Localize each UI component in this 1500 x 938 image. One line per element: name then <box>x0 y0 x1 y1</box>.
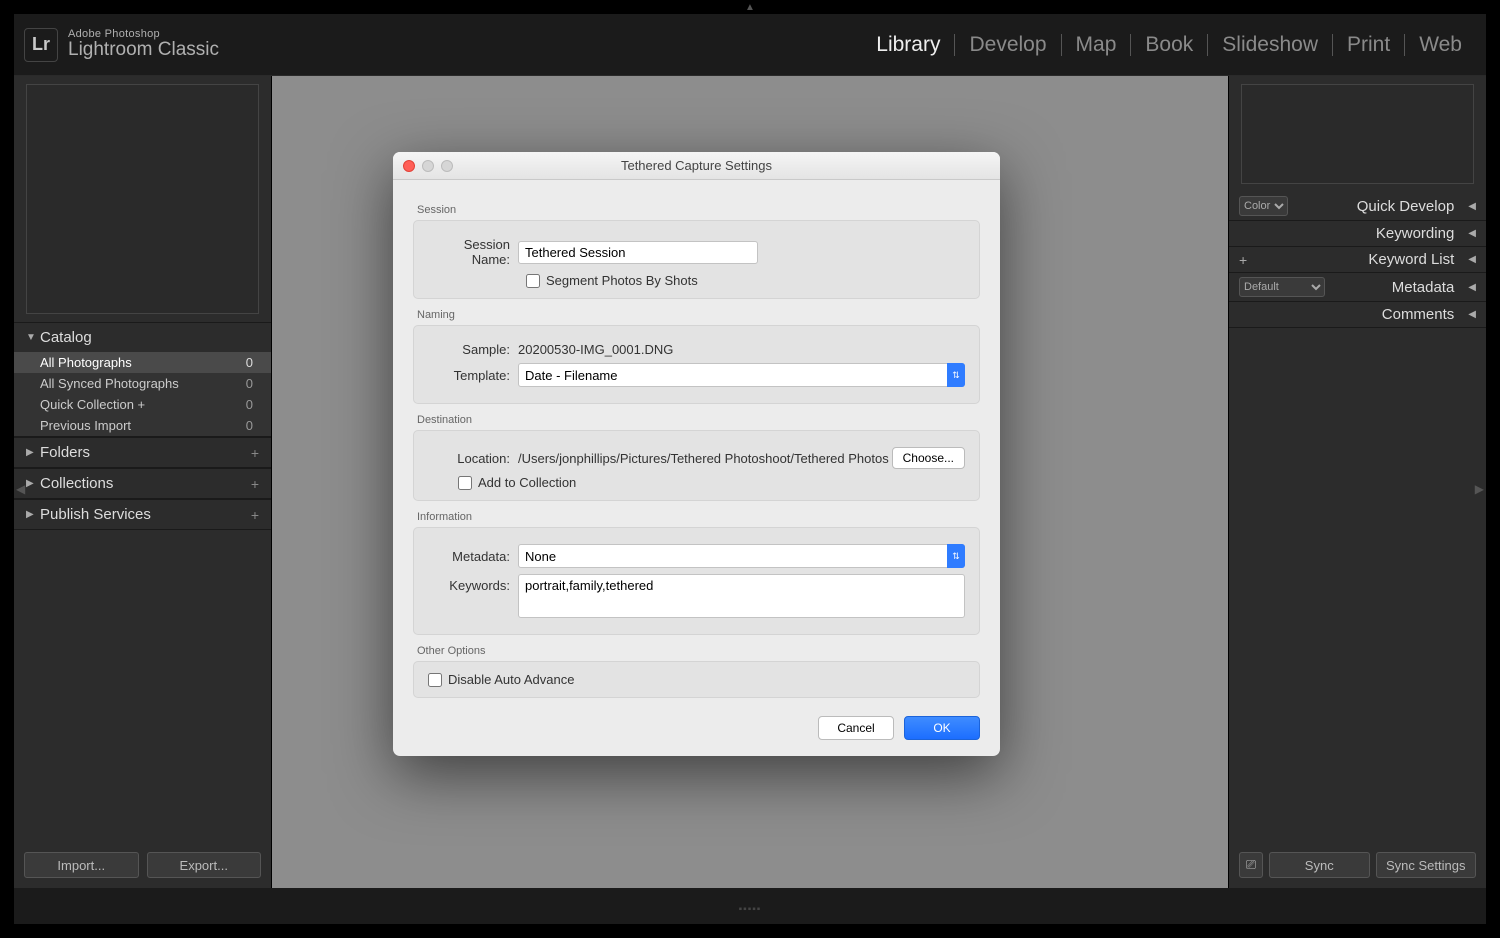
histogram-preview <box>1241 84 1474 184</box>
tethered-capture-dialog: Tethered Capture Settings Session Sessio… <box>393 152 1000 756</box>
add-collection-icon[interactable]: + <box>251 476 259 492</box>
export-button[interactable]: Export... <box>147 852 262 878</box>
catalog-all-photographs[interactable]: All Photographs 0 <box>14 352 271 373</box>
module-develop[interactable]: Develop <box>955 33 1060 57</box>
chevron-left-icon: ◀ <box>1468 228 1476 239</box>
left-panel: ▼ Catalog All Photographs 0 All Synced P… <box>14 76 272 888</box>
folders-header[interactable]: ▶ Folders + <box>14 438 271 467</box>
segment-by-shots-label: Segment Photos By Shots <box>546 273 698 288</box>
information-group: Metadata: None ⇅ Keywords: portrait,fami… <box>413 527 980 635</box>
metadata-preset-select[interactable]: Default <box>1239 277 1325 297</box>
destination-group-label: Destination <box>417 414 980 426</box>
keyword-list-header[interactable]: + Keyword List ◀ <box>1229 247 1486 273</box>
metadata-select[interactable]: None <box>518 544 965 568</box>
add-to-collection-label: Add to Collection <box>478 475 576 490</box>
bottom-expand-grip[interactable]: ▪▪▪▪▪ <box>739 904 762 915</box>
chevron-right-icon: ▶ <box>26 509 40 520</box>
footer: ▪▪▪▪▪ <box>14 894 1486 924</box>
sync-button[interactable]: Sync <box>1269 852 1370 878</box>
keywording-header[interactable]: Keywording ◀ <box>1229 221 1486 247</box>
keywords-label: Keywords: <box>428 574 518 593</box>
close-icon[interactable] <box>403 160 415 172</box>
chevron-left-icon: ◀ <box>1468 254 1476 265</box>
cancel-button[interactable]: Cancel <box>818 716 894 740</box>
right-panel: Color Quick Develop ◀ Keywording ◀ + Key… <box>1228 76 1486 888</box>
sync-settings-button[interactable]: Sync Settings <box>1376 852 1477 878</box>
titlebar: Lr Adobe Photoshop Lightroom Classic Lib… <box>14 14 1486 76</box>
add-folder-icon[interactable]: + <box>251 445 259 461</box>
color-label-select[interactable]: Color <box>1239 196 1288 216</box>
comments-header[interactable]: Comments ◀ <box>1229 302 1486 328</box>
ok-button[interactable]: OK <box>904 716 980 740</box>
add-to-collection-checkbox[interactable] <box>458 476 472 490</box>
choose-location-button[interactable]: Choose... <box>892 447 965 469</box>
template-select[interactable]: Date - Filename <box>518 363 965 387</box>
catalog-previous-import[interactable]: Previous Import 0 <box>14 415 271 436</box>
metadata-label: Metadata: <box>428 549 518 564</box>
minimize-icon <box>422 160 434 172</box>
location-label: Location: <box>428 451 518 466</box>
session-name-input[interactable] <box>518 241 758 264</box>
other-group: Disable Auto Advance <box>413 661 980 698</box>
catalog-all-synced[interactable]: All Synced Photographs 0 <box>14 373 271 394</box>
disable-auto-advance-checkbox[interactable] <box>428 673 442 687</box>
chevron-left-icon: ◀ <box>1468 201 1476 212</box>
session-name-label: Session Name: <box>428 237 518 267</box>
session-group: Session Name: Segment Photos By Shots <box>413 220 980 299</box>
chevron-left-icon: ◀ <box>1468 309 1476 320</box>
left-expand-grip[interactable]: ◀ <box>16 482 25 496</box>
module-web[interactable]: Web <box>1405 33 1476 57</box>
collections-header[interactable]: ▶ Collections + <box>14 469 271 498</box>
keywords-input[interactable]: portrait,family,tethered <box>518 574 965 618</box>
module-slideshow[interactable]: Slideshow <box>1208 33 1332 57</box>
module-picker: Library Develop Map Book Slideshow Print… <box>862 33 1476 57</box>
location-path: /Users/jonphillips/Pictures/Tethered Pho… <box>518 451 892 466</box>
disable-auto-advance-label: Disable Auto Advance <box>448 672 574 687</box>
naming-group: Sample: 20200530-IMG_0001.DNG Template: … <box>413 325 980 404</box>
other-group-label: Other Options <box>417 645 980 657</box>
catalog-title: Catalog <box>40 329 259 346</box>
dialog-title: Tethered Capture Settings <box>393 158 1000 173</box>
zoom-icon <box>441 160 453 172</box>
add-keyword-icon[interactable]: + <box>1239 252 1247 268</box>
dialog-titlebar[interactable]: Tethered Capture Settings <box>393 152 1000 180</box>
chevron-down-icon: ▼ <box>26 332 40 343</box>
segment-by-shots-checkbox[interactable] <box>526 274 540 288</box>
metadata-header[interactable]: Default Metadata ◀ <box>1229 273 1486 302</box>
session-group-label: Session <box>417 204 980 216</box>
sample-label: Sample: <box>428 342 518 357</box>
catalog-quick-collection[interactable]: Quick Collection + 0 <box>14 394 271 415</box>
publish-header[interactable]: ▶ Publish Services + <box>14 500 271 529</box>
naming-group-label: Naming <box>417 309 980 321</box>
module-print[interactable]: Print <box>1333 33 1404 57</box>
quick-develop-header[interactable]: Color Quick Develop ◀ <box>1229 192 1486 221</box>
chevron-right-icon: ▶ <box>26 478 40 489</box>
logo-icon: Lr <box>24 28 58 62</box>
information-group-label: Information <box>417 511 980 523</box>
sample-value: 20200530-IMG_0001.DNG <box>518 342 673 357</box>
chevron-left-icon: ◀ <box>1468 282 1476 293</box>
navigator-preview <box>26 84 259 314</box>
add-publish-icon[interactable]: + <box>251 507 259 523</box>
module-library[interactable]: Library <box>862 33 954 57</box>
top-expand-grip[interactable]: ▲ <box>745 2 755 13</box>
destination-group: Location: /Users/jonphillips/Pictures/Te… <box>413 430 980 501</box>
catalog-header[interactable]: ▼ Catalog <box>14 323 271 352</box>
app-logo: Lr Adobe Photoshop Lightroom Classic <box>24 28 219 62</box>
chevron-right-icon: ▶ <box>26 447 40 458</box>
brand-line2: Lightroom Classic <box>68 40 219 60</box>
sync-lock-button[interactable]: ⎚ <box>1239 852 1263 878</box>
right-expand-grip[interactable]: ▶ <box>1475 482 1484 496</box>
module-book[interactable]: Book <box>1131 33 1207 57</box>
module-map[interactable]: Map <box>1062 33 1131 57</box>
import-button[interactable]: Import... <box>24 852 139 878</box>
template-label: Template: <box>428 368 518 383</box>
